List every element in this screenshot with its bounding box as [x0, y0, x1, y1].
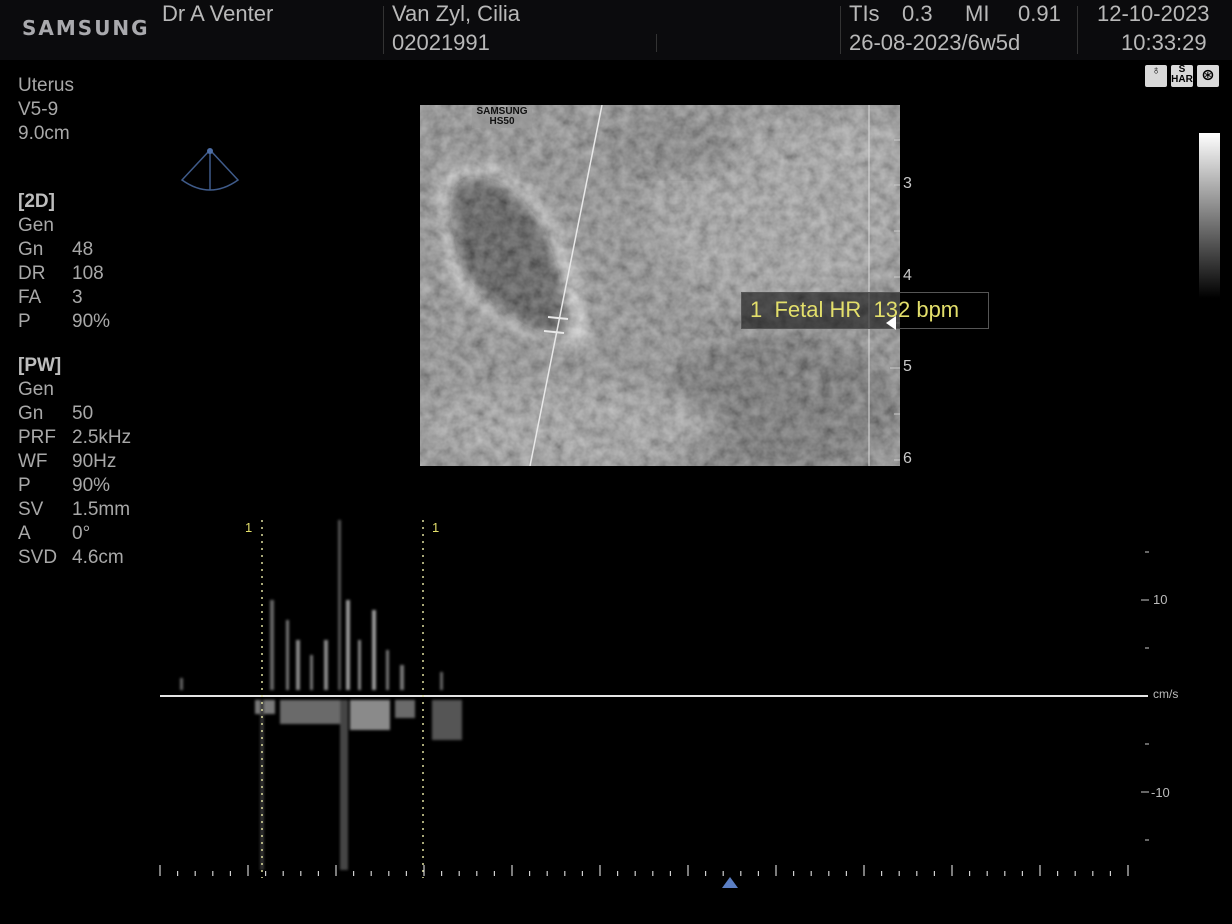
velocity-label: 10 — [1153, 592, 1168, 607]
time-axis — [159, 865, 1129, 876]
velocity-unit: cm/s — [1153, 687, 1179, 701]
velocity-label: -10 — [1151, 785, 1170, 800]
doppler-spectrum — [159, 520, 1149, 888]
cine-position-marker[interactable] — [722, 877, 738, 888]
caliper-label: 1 — [245, 520, 253, 535]
caliper-label: 1 — [432, 520, 440, 535]
